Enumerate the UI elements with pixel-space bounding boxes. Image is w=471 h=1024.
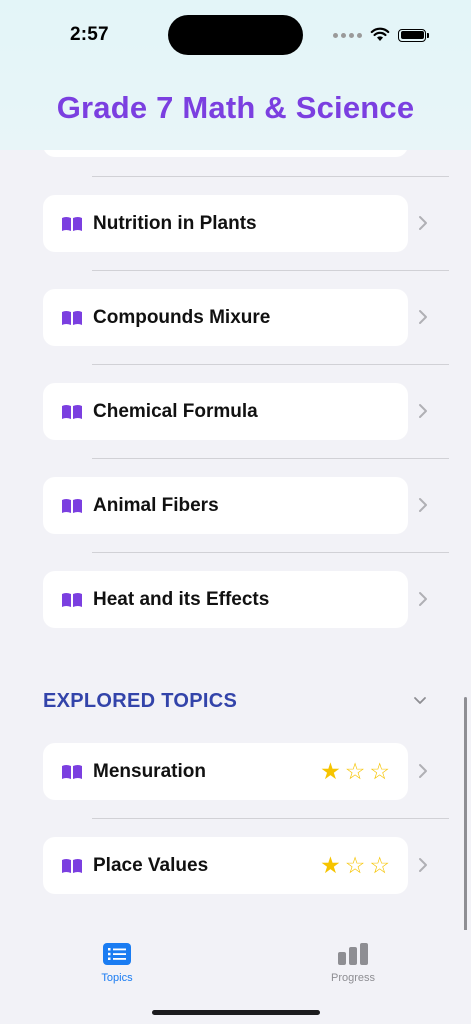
divider (92, 270, 449, 271)
topic-label: Heat and its Effects (93, 588, 270, 610)
chevron-right-icon[interactable] (418, 591, 428, 607)
chevron-right-icon[interactable] (418, 403, 428, 419)
chevron-right-icon[interactable] (418, 857, 428, 873)
book-icon (62, 498, 82, 513)
explored-topics-header: EXPLORED TOPICS (43, 690, 238, 712)
tab-progress[interactable]: Progress (293, 942, 413, 984)
scrollbar[interactable] (464, 697, 467, 932)
star-icon: ★ (320, 758, 341, 784)
chevron-right-icon[interactable] (418, 215, 428, 231)
divider (92, 176, 449, 177)
topic-label: Chemical Formula (93, 400, 258, 422)
chevron-right-icon[interactable] (418, 497, 428, 513)
dynamic-island (168, 15, 303, 55)
topic-label: Nutrition in Plants (93, 212, 257, 234)
topic-label: Mensuration (93, 760, 206, 782)
tab-topics-label: Topics (101, 972, 133, 984)
book-icon (62, 216, 82, 231)
topic-label: Animal Fibers (93, 494, 219, 516)
app-header: 2:57 Grade 7 Math & Science (0, 0, 471, 150)
topic-label: Place Values (93, 854, 209, 876)
topic-card[interactable]: Animal Fibers (43, 477, 408, 534)
topic-card[interactable]: Compounds Mixure (43, 289, 408, 346)
bar-chart-icon (338, 943, 368, 965)
star-icon: ☆ (369, 852, 390, 878)
book-icon (62, 764, 82, 779)
star-icon: ☆ (369, 758, 390, 784)
chevron-right-icon[interactable] (418, 309, 428, 325)
star-icon: ★ (320, 852, 341, 878)
topic-label: Compounds Mixure (93, 306, 271, 328)
chevron-down-icon[interactable] (413, 696, 427, 706)
book-icon (62, 858, 82, 873)
divider (92, 458, 449, 459)
book-icon (62, 310, 82, 325)
book-icon (62, 592, 82, 607)
chevron-right-icon[interactable] (418, 763, 428, 779)
star-icon: ☆ (344, 758, 366, 784)
tab-progress-label: Progress (330, 972, 376, 984)
star-rating: ★ ☆ ☆ (320, 760, 390, 783)
divider (92, 552, 449, 553)
star-rating: ★ ☆ ☆ (320, 854, 390, 877)
divider (92, 818, 449, 819)
divider (92, 364, 449, 365)
topics-list: Nutrition in Plants Compounds Mixure Che… (0, 0, 471, 1024)
explored-topic-card[interactable]: Place Values ★ ☆ ☆ (43, 837, 408, 894)
status-icons (333, 24, 429, 46)
status-time: 2:57 (70, 24, 109, 45)
star-icon: ☆ (344, 852, 366, 878)
app-title: Grade 7 Math & Science (56, 90, 415, 125)
topic-card[interactable]: Nutrition in Plants (43, 195, 408, 252)
wifi-icon (370, 27, 390, 41)
tab-topics[interactable]: Topics (57, 942, 177, 984)
book-icon (62, 404, 82, 419)
explored-topic-card[interactable]: Mensuration ★ ☆ ☆ (43, 743, 408, 800)
home-indicator (152, 1010, 320, 1015)
topic-card[interactable]: Chemical Formula (43, 383, 408, 440)
battery-icon (398, 28, 429, 42)
signal-icon (333, 32, 362, 38)
topic-card[interactable]: Heat and its Effects (43, 571, 408, 628)
list-icon (103, 943, 131, 965)
